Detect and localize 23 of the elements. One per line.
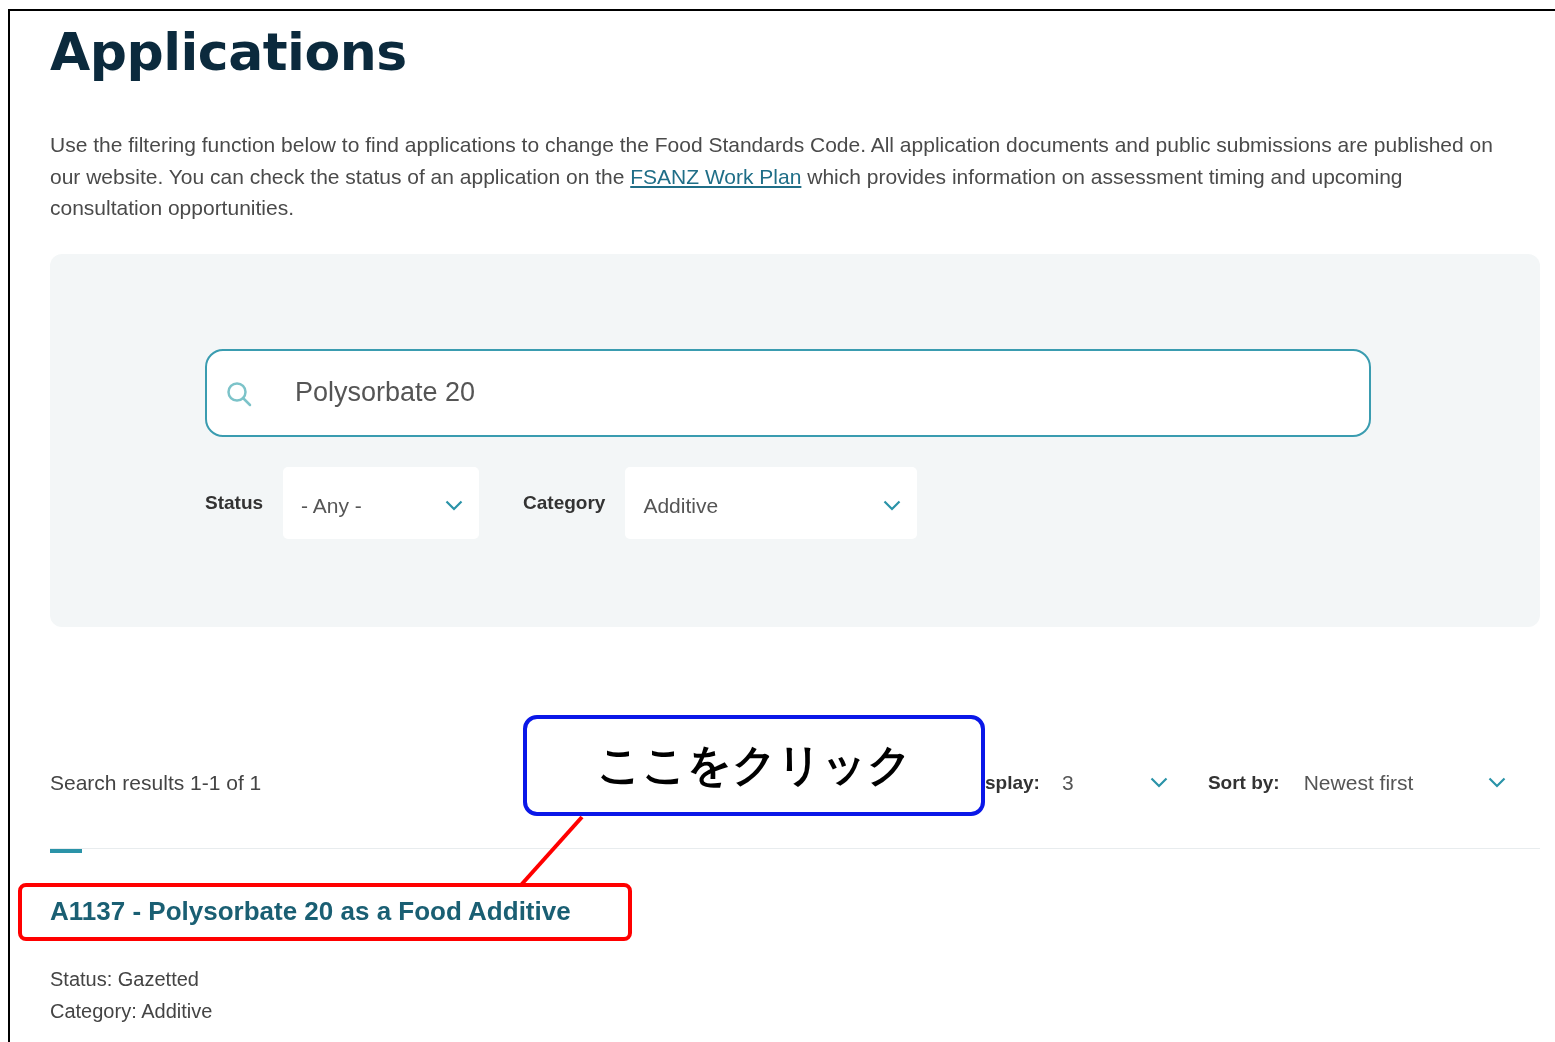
chevron-down-icon: [883, 500, 902, 511]
result-title-link[interactable]: A1137 - Polysorbate 20 as a Food Additive: [50, 896, 571, 927]
sort-label: Sort by:: [1207, 771, 1280, 794]
display-dropdown[interactable]: 3: [1061, 770, 1168, 795]
chevron-down-icon: [1149, 777, 1168, 788]
chevron-down-icon: [1487, 777, 1506, 788]
callout-box: ここをクリック: [523, 714, 985, 816]
page-title: Applications: [50, 21, 408, 84]
divider-accent: [50, 848, 82, 853]
search-icon: [225, 379, 253, 408]
intro-text: Use the filtering function below to find applications to change the Food Standards Code. All application documents and public submissions are published on our website. You can check the status of an application on the FSANZ Work Plan which provides information on assessment timing and upcoming consultation opportunities.: [50, 132, 1494, 221]
search-field[interactable]: Polysorbate 20: [205, 348, 1371, 437]
result-status: Status: Gazetted: [50, 966, 200, 992]
chevron-down-icon: [445, 500, 464, 511]
filter-dropdown[interactable]: - Any -: [283, 466, 480, 539]
filter-label: Status: [205, 491, 264, 514]
filter-label: Category: [523, 491, 606, 514]
sort-dropdown[interactable]: Newest first: [1303, 770, 1506, 795]
work-plan-link[interactable]: FSANZ Work Plan: [630, 164, 802, 188]
display-label: splay:: [985, 771, 1040, 794]
result-category: Category: Additive: [50, 998, 214, 1024]
results-summary: Search results 1-1 of 1: [50, 770, 263, 795]
filter-dropdown[interactable]: Additive: [625, 466, 918, 539]
